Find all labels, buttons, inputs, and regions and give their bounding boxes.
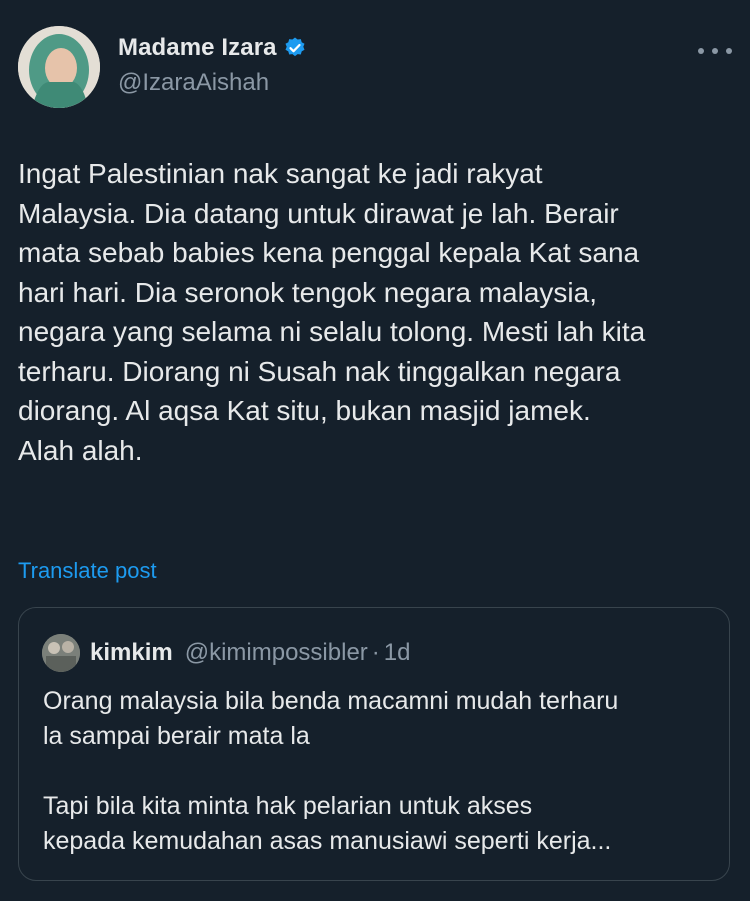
author-handle[interactable]: @IzaraAishah [118,69,307,97]
quoted-post-time[interactable]: 1d [384,639,411,667]
post-text: Ingat Palestinian nak sangat ke jadi rak… [18,158,646,466]
quoted-post[interactable]: kimkim @kimimpossibler · 1d Orang malays… [18,607,730,881]
more-dot [726,48,732,54]
quoted-author-display-name[interactable]: kimkim [90,639,173,667]
translate-post-link[interactable]: Translate post [18,558,157,584]
author-avatar[interactable] [18,26,100,108]
more-options-icon[interactable] [698,40,732,62]
author-display-name[interactable]: Madame Izara [118,34,277,62]
quoted-post-text: Orang malaysia bila benda macamni mudah … [43,687,619,855]
quoted-author-avatar[interactable] [42,634,80,672]
separator-dot: · [371,639,380,666]
quoted-author-handle[interactable]: @kimimpossibler [185,639,368,667]
verified-badge-icon [283,36,307,60]
author-names: Madame Izara @IzaraAishah [118,34,307,97]
quoted-post-header: kimkim @kimimpossibler · 1d [42,634,410,672]
more-dot [712,48,718,54]
more-dot [698,48,704,54]
post-header: Madame Izara @IzaraAishah [18,26,732,110]
